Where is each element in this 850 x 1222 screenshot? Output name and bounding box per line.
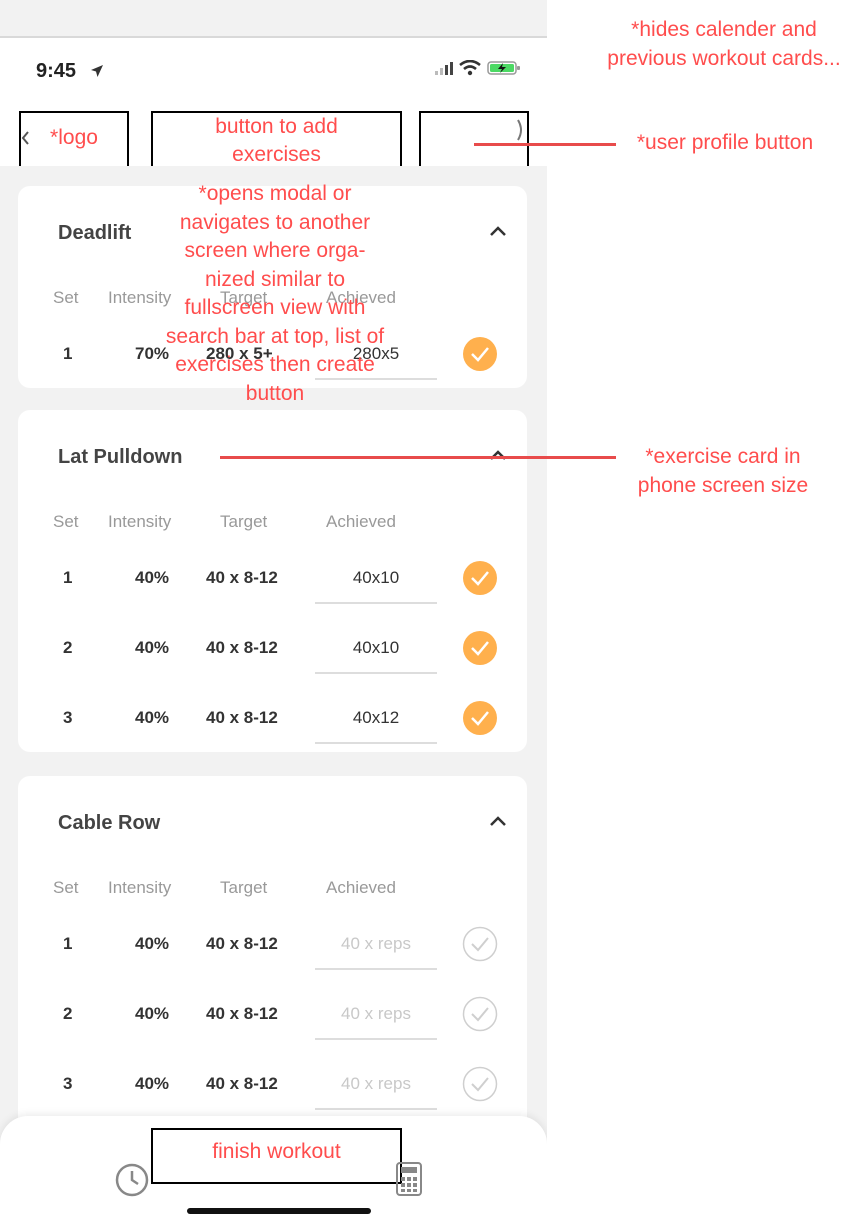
set-intensity: 40%: [135, 638, 170, 657]
set-intensity: 40%: [135, 568, 170, 587]
achieved-input[interactable]: 40x10: [315, 568, 437, 604]
achieved-input[interactable]: 40 x reps: [315, 1004, 437, 1040]
user-profile-button[interactable]: [419, 111, 529, 169]
annotation-opens-modal: *opens modal or navigates to another scr…: [165, 182, 385, 405]
annotation-line-profile: [474, 143, 616, 146]
finish-workout-button[interactable]: finish workout: [151, 1128, 402, 1184]
set-intensity: 40%: [135, 1074, 170, 1093]
chevron-up-icon[interactable]: [487, 220, 509, 242]
exercise-title: Cable Row: [58, 812, 161, 834]
logo[interactable]: *logo: [19, 111, 129, 169]
chevron-up-icon[interactable]: [487, 810, 509, 832]
col-achieved: Achieved: [326, 512, 396, 531]
add-exercise-label: button to add exercises: [215, 115, 338, 166]
check-circle-icon[interactable]: [462, 630, 498, 666]
achieved-input[interactable]: 40x10: [315, 638, 437, 674]
exercise-card: Lat Pulldown Set Intensity Target Achiev…: [18, 410, 527, 752]
set-target: 40 x 8-12: [206, 1004, 278, 1023]
set-target: 40 x 8-12: [206, 1074, 278, 1093]
set-target: 40 x 8-12: [206, 568, 278, 587]
check-circle-icon[interactable]: [462, 996, 498, 1032]
check-circle-icon[interactable]: [462, 1066, 498, 1102]
header: *logo button to add exercises: [0, 100, 547, 169]
col-set: Set: [53, 512, 79, 531]
bottom-bar: finish workout: [0, 1116, 547, 1222]
set-number: 1: [63, 344, 73, 363]
exercise-title: Lat Pulldown: [58, 446, 183, 468]
wifi-icon: [459, 60, 481, 76]
annotation-line-exercise-card: [220, 456, 616, 459]
achieved-input[interactable]: 40x12: [315, 708, 437, 744]
set-target: 40 x 8-12: [206, 934, 278, 953]
finish-workout-label: finish workout: [212, 1140, 341, 1163]
set-number: 1: [63, 934, 73, 953]
set-number: 2: [63, 638, 73, 657]
clock-icon[interactable]: [114, 1162, 150, 1198]
set-target: 40 x 8-12: [206, 638, 278, 657]
col-intensity: Intensity: [108, 878, 172, 897]
annotation-exercise-card: *exercise card in phone screen size: [637, 445, 809, 497]
set-target: 40 x 8-12: [206, 708, 278, 727]
exercise-title: Deadlift: [58, 222, 132, 244]
col-intensity: Intensity: [108, 512, 172, 531]
annotation-user-profile: *user profile button: [636, 131, 814, 154]
check-circle-icon[interactable]: [462, 560, 498, 596]
chevron-up-icon[interactable]: [487, 444, 509, 466]
col-set: Set: [53, 878, 79, 897]
home-indicator: [187, 1208, 371, 1214]
achieved-input[interactable]: 40 x reps: [315, 1074, 437, 1110]
add-exercise-button[interactable]: button to add exercises: [151, 111, 402, 169]
check-circle-icon[interactable]: [462, 336, 498, 372]
set-intensity: 40%: [135, 708, 170, 727]
achieved-input[interactable]: 40 x reps: [315, 934, 437, 970]
set-number: 3: [63, 708, 73, 727]
set-intensity: 40%: [135, 1004, 170, 1023]
battery-charging-icon: [487, 61, 520, 75]
set-number: 2: [63, 1004, 73, 1023]
set-intensity: 40%: [135, 934, 170, 953]
status-time: 9:45: [36, 60, 77, 82]
logo-label: *logo: [50, 126, 98, 149]
col-achieved: Achieved: [326, 878, 396, 897]
calculator-icon[interactable]: [396, 1162, 422, 1196]
col-target: Target: [220, 512, 268, 531]
set-number: 1: [63, 568, 73, 587]
check-circle-icon[interactable]: [462, 926, 498, 962]
annotation-hides-calendar: *hides calender and previous workout car…: [607, 18, 841, 70]
status-icons: [435, 60, 521, 76]
status-bar: 9:45: [0, 38, 547, 100]
set-number: 3: [63, 1074, 73, 1093]
check-circle-icon[interactable]: [462, 700, 498, 736]
col-set: Set: [53, 288, 79, 307]
profile-edge-icon: [517, 119, 522, 141]
location-arrow-icon: [91, 65, 103, 77]
col-target: Target: [220, 878, 268, 897]
signal-icon: [435, 61, 453, 75]
